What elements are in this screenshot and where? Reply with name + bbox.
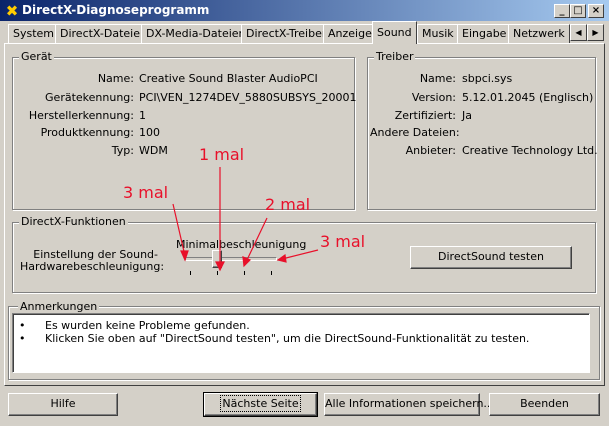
help-button[interactable]: Hilfe [8,393,118,416]
arrow-1x-head [215,261,225,272]
annotation-3-mal-left: 3 mal [123,183,169,202]
exit-button-label: Beenden [520,397,569,410]
save-all-info-button-label: Alle Informationen speichern... [325,397,494,410]
save-all-info-button[interactable]: Alle Informationen speichern... [324,393,494,416]
exit-button[interactable]: Beenden [489,393,600,416]
bullet-icon: • [19,319,26,332]
next-page-button-label: Nächste Seite [220,395,301,412]
annotation-1-mal: 1 mal [199,145,245,164]
arrow-3x-left-head [180,250,189,262]
notes-legend: Anmerkungen [18,300,100,313]
note-item: • Es wurden keine Probleme gefunden. [19,319,250,332]
arrow-3x-right [281,249,319,260]
note-item: • Klicken Sie oben auf "DirectSound teste… [19,332,529,345]
annotation-3-mal-right: 3 mal [320,232,366,251]
tab-sound[interactable]: Sound [372,21,417,44]
arrow-2x-head [242,256,252,268]
help-button-label: Hilfe [50,397,76,410]
arrow-2x [245,217,268,263]
arrow-3x-left [172,203,186,257]
annotation-2-mal: 2 mal [265,195,311,214]
next-page-button[interactable]: Nächste Seite [203,392,318,417]
notes-box[interactable]: • Es wurden keine Probleme gefunden. • Kli… [12,313,590,373]
bullet-icon: • [19,332,26,345]
note-text: Klicken Sie oben auf "DirectSound testen… [45,332,530,345]
arrow-3x-right-head [276,253,287,263]
note-text: Es wurden keine Probleme gefunden. [45,319,250,332]
